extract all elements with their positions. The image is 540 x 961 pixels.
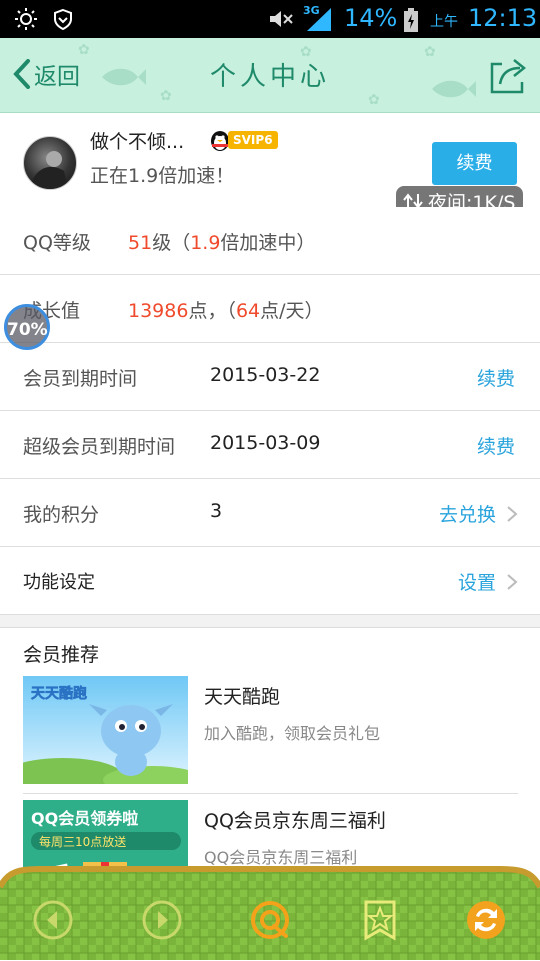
vip-level-tag: SVIP6 — [228, 131, 278, 149]
item-description: 加入酷跑，领取会员礼包 — [204, 724, 381, 743]
divider — [23, 793, 518, 794]
nickname: 做个不倾... — [90, 131, 185, 153]
shield-icon — [54, 8, 72, 30]
renew-link[interactable]: 续费 — [477, 364, 515, 391]
section-title: 会员推荐 — [23, 644, 100, 666]
list-item-vip-expiry: 会员到期时间 2015-03-22 续费 — [0, 343, 540, 411]
row-value: 2015-03-09 — [210, 432, 321, 454]
share-icon[interactable] — [488, 56, 528, 96]
ampm: 上午 — [430, 14, 458, 30]
speed-status: 正在1.9倍加速！ — [90, 165, 235, 187]
row-label: 会员到期时间 — [23, 368, 138, 390]
list-item-qq-level: QQ等级 51级（1.9倍加速中） — [0, 207, 540, 275]
settings-link[interactable]: 设置 — [458, 568, 496, 595]
bookmark-star-icon[interactable] — [358, 898, 402, 942]
list-item-points[interactable]: 我的积分 3 去兑换 — [0, 479, 540, 547]
status-bar: 3G 14% 上午 12:13 — [0, 0, 540, 38]
signal-icon: 3G — [303, 4, 333, 32]
floating-percent-badge[interactable]: 70% — [4, 304, 50, 350]
list-item-recommend[interactable]: 天天酷跑 天天酷跑 加入酷跑，领取会员礼包 — [23, 676, 518, 784]
list-item-svip-expiry: 超级会员到期时间 2015-03-09 续费 — [0, 411, 540, 479]
row-value: 51级（1.9倍加速中） — [128, 232, 316, 254]
forward-arrow-icon[interactable] — [140, 898, 184, 942]
chevron-right-icon — [507, 574, 518, 590]
banner-image: 天天酷跑 — [23, 676, 188, 784]
svip-badge: SVIP6 — [208, 127, 278, 153]
list-item-settings[interactable]: 功能设定 设置 — [0, 547, 540, 615]
info-list: QQ等级 51级（1.9倍加速中） 成长值 13986点，（64点/天） 会员到… — [0, 207, 540, 615]
renew-button[interactable]: 续费 — [432, 142, 517, 185]
banner-title: QQ会员领券啦 — [31, 809, 138, 828]
brightness-icon — [15, 8, 37, 30]
banner-title: 天天酷跑 — [31, 685, 87, 702]
item-title: 天天酷跑 — [204, 686, 281, 708]
network-type: 3G — [303, 4, 320, 17]
row-label: QQ等级 — [23, 232, 91, 254]
mute-icon — [270, 11, 293, 27]
battery-charging-icon — [404, 8, 418, 32]
qq-browser-icon[interactable] — [248, 898, 292, 942]
item-title: QQ会员京东周三福利 — [204, 810, 386, 832]
paw-decoration-icon: ✿ — [368, 92, 380, 108]
row-value: 3 — [210, 500, 223, 522]
row-label: 功能设定 — [23, 572, 95, 593]
row-label: 超级会员到期时间 — [23, 436, 176, 458]
row-value: 13986点，（64点/天） — [128, 300, 324, 322]
redeem-link[interactable]: 去兑换 — [439, 500, 496, 527]
row-label: 我的积分 — [23, 504, 100, 526]
refresh-icon[interactable] — [464, 898, 508, 942]
battery-percent: 14% — [344, 4, 398, 32]
list-item-growth: 成长值 13986点，（64点/天） — [0, 275, 540, 343]
page-title: 个人中心 — [209, 62, 330, 92]
back-arrow-icon[interactable] — [31, 898, 75, 942]
clock: 12:13 — [468, 4, 538, 32]
chevron-right-icon — [507, 506, 518, 522]
row-value: 2015-03-22 — [210, 364, 321, 386]
title-bar: ✿ ✿ ✿ ✿ ✿ 返回 个人中心 — [0, 38, 540, 113]
banner-subtitle: 每周三10点放送 — [39, 834, 126, 849]
renew-link[interactable]: 续费 — [477, 432, 515, 459]
avatar[interactable] — [23, 136, 77, 190]
